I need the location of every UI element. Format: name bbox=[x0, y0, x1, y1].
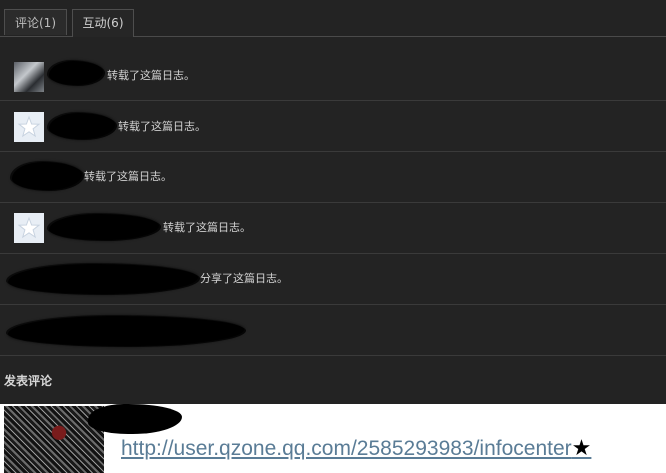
star-icon: ★ bbox=[571, 436, 592, 461]
list-item: 转载了这篇日志。 bbox=[0, 50, 666, 101]
redacted-username bbox=[49, 61, 103, 85]
profile-link-text[interactable]: http://user.qzone.qq.com/2585293983/info… bbox=[121, 437, 572, 460]
avatar[interactable] bbox=[14, 112, 44, 142]
list-item bbox=[0, 305, 666, 356]
list-item: 转载了这篇日志。 bbox=[0, 152, 666, 203]
tab-bar: 评论(1) 互动(6) bbox=[0, 0, 666, 37]
tab-comments[interactable]: 评论(1) bbox=[4, 9, 67, 35]
redacted-username bbox=[12, 162, 82, 190]
list-item: 转载了这篇日志。 bbox=[0, 101, 666, 152]
activity-text: 分享了这篇日志。 bbox=[200, 272, 288, 285]
redacted-username bbox=[49, 214, 159, 240]
activity-text: 转载了这篇日志。 bbox=[118, 120, 206, 133]
activity-text: 转载了这篇日志。 bbox=[107, 69, 195, 82]
avatar[interactable] bbox=[14, 62, 44, 92]
comment-section-title: 发表评论 bbox=[4, 374, 53, 388]
default-star-icon bbox=[17, 115, 41, 138]
redacted-username bbox=[49, 113, 115, 139]
profile-link[interactable]: http://user.qzone.qq.com/2585293983/info… bbox=[121, 436, 591, 461]
default-star-icon bbox=[17, 216, 41, 239]
list-item: 分享了这篇日志。 bbox=[0, 254, 666, 305]
activity-text: 转载了这篇日志。 bbox=[163, 221, 251, 234]
redacted-username bbox=[8, 264, 198, 294]
activity-text: 转载了这篇日志。 bbox=[84, 170, 172, 183]
redacted-username bbox=[8, 316, 244, 346]
list-item: 转载了这篇日志。 bbox=[0, 203, 666, 254]
avatar[interactable] bbox=[14, 213, 44, 243]
tab-interactions[interactable]: 互动(6) bbox=[72, 9, 134, 37]
